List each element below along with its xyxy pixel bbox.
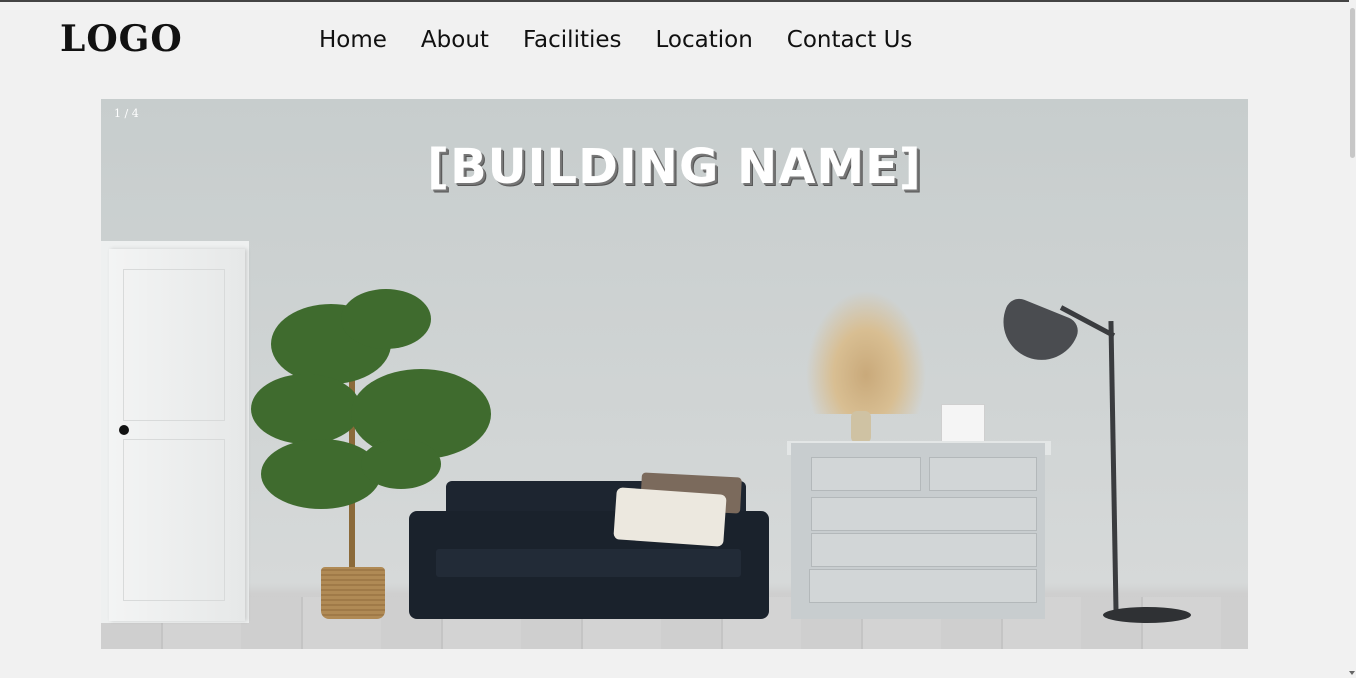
scroll-down-arrow-icon[interactable]: [1349, 671, 1355, 675]
dresser-drawer: [929, 457, 1037, 491]
plant-leaves: [341, 289, 431, 349]
pampas-grass: [801, 284, 931, 414]
door-panel: [123, 439, 225, 601]
lamp-base: [1103, 607, 1191, 623]
plant-pot: [321, 567, 385, 619]
scrollbar-thumb[interactable]: [1350, 8, 1355, 158]
page-scrollbar[interactable]: [1349, 0, 1356, 678]
dresser-drawer: [811, 457, 921, 491]
sofa-cushion: [436, 549, 741, 577]
nav-location[interactable]: Location: [656, 27, 753, 53]
lamp-shade: [992, 294, 1082, 372]
door-knob: [119, 425, 129, 435]
nav-contact-us[interactable]: Contact Us: [787, 27, 913, 53]
logo[interactable]: LOGO: [60, 18, 183, 60]
plant-leaves: [361, 439, 441, 489]
pillow: [613, 487, 727, 547]
plant-leaves: [251, 374, 361, 444]
dresser-drawer: [811, 533, 1037, 567]
plant-leaves: [261, 439, 381, 509]
slide-counter: 1 / 4: [114, 107, 139, 120]
dresser-drawer: [809, 569, 1037, 603]
door-panel: [123, 269, 225, 421]
dresser-drawer: [811, 497, 1037, 531]
top-border: [0, 0, 1356, 2]
nav-facilities[interactable]: Facilities: [523, 27, 622, 53]
picture-frame: [941, 404, 985, 444]
nav-about[interactable]: About: [421, 27, 489, 53]
lamp-pole: [1108, 320, 1119, 614]
nav-home[interactable]: Home: [319, 27, 387, 53]
hero-slideshow[interactable]: 1 / 4 [BUILDING NAME]: [101, 99, 1248, 649]
building-name-title: [BUILDING NAME]: [427, 139, 922, 195]
main-navigation: Home About Facilities Location Contact U…: [319, 27, 912, 53]
vase: [851, 411, 871, 443]
